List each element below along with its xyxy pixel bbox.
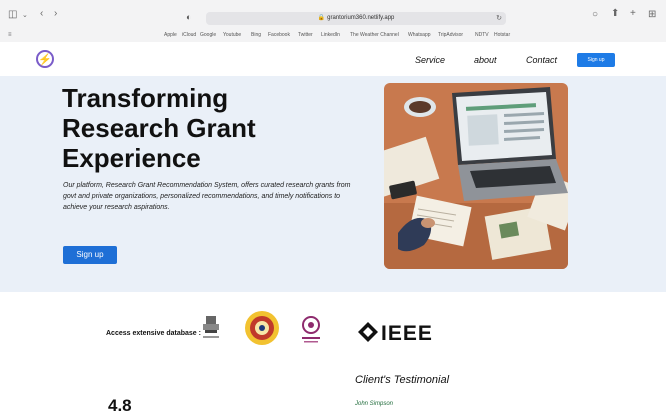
favorite-link[interactable]: Facebook bbox=[268, 32, 290, 38]
nav-link-contact[interactable]: Contact bbox=[526, 55, 557, 65]
nav-signup-button[interactable]: Sign up bbox=[577, 53, 615, 67]
favorites-bar: Apple iCloud Google Youtube Bing Faceboo… bbox=[0, 30, 666, 40]
forward-icon[interactable]: › bbox=[54, 9, 57, 19]
browser-toolbar: ◫ ⌄ ‹ › ≡ ◐ 🔒 grantorium360.netlify.app ↻… bbox=[0, 0, 666, 43]
national-emblem-logo bbox=[203, 316, 219, 338]
ieee-logo-text: IEEE bbox=[381, 322, 433, 343]
lock-icon: 🔒 bbox=[317, 15, 326, 21]
sidebar-toggle-icon[interactable]: ◫ bbox=[8, 10, 17, 20]
new-tab-icon[interactable]: + bbox=[630, 9, 636, 19]
testimonial-heading: Client's Testimonial bbox=[355, 374, 450, 386]
url-text: grantorium360.netlify.app bbox=[327, 15, 395, 21]
reload-icon[interactable]: ↻ bbox=[496, 12, 502, 25]
laptop-desk-illustration bbox=[384, 83, 568, 269]
back-icon[interactable]: ‹ bbox=[40, 9, 43, 19]
nav-link-about[interactable]: about bbox=[474, 55, 497, 65]
access-database-label: Access extensive database : bbox=[106, 330, 201, 337]
hero-section: Transforming Research Grant Experience O… bbox=[0, 76, 666, 292]
favorite-link[interactable]: Google bbox=[200, 32, 216, 38]
hero-title: Transforming Research Grant Experience bbox=[62, 83, 312, 173]
privacy-shield-icon[interactable]: ◐ bbox=[186, 12, 191, 22]
favorite-link[interactable]: LinkedIn bbox=[321, 32, 340, 38]
tab-overview-icon[interactable]: ⊞ bbox=[648, 10, 656, 20]
favorite-link[interactable]: Youtube bbox=[223, 32, 241, 38]
favorite-link[interactable]: TripAdvisor bbox=[438, 32, 463, 38]
testimonial-author: John Simpson bbox=[355, 401, 394, 407]
favorite-link[interactable]: The Weather Channel bbox=[350, 32, 399, 38]
university-seal-logo bbox=[245, 311, 279, 345]
favorite-link[interactable]: Apple bbox=[164, 32, 177, 38]
hero-signup-button[interactable]: Sign up bbox=[63, 246, 117, 264]
favorite-link[interactable]: Whatsapp bbox=[408, 32, 431, 38]
favorite-link[interactable]: Hotstar bbox=[494, 32, 510, 38]
favorite-link[interactable]: Twitter bbox=[298, 32, 313, 38]
hero-illustration bbox=[384, 83, 568, 269]
download-icon[interactable]: ○ bbox=[592, 10, 598, 20]
site-navbar: ⚡ Service about Contact Sign up bbox=[0, 42, 666, 76]
hero-title-line: Research Grant bbox=[62, 113, 256, 143]
institute-emblem-logo bbox=[302, 316, 320, 343]
hero-description: Our platform, Research Grant Recommendat… bbox=[63, 182, 351, 211]
ieee-logo: IEEE bbox=[358, 322, 438, 343]
favorite-link[interactable]: NDTV bbox=[475, 32, 489, 38]
address-bar[interactable]: 🔒 grantorium360.netlify.app ↻ bbox=[206, 12, 506, 25]
hero-title-line: Experience bbox=[62, 143, 201, 173]
hero-title-line: Transforming bbox=[62, 83, 229, 113]
nav-link-service[interactable]: Service bbox=[415, 55, 445, 65]
site-logo-icon[interactable]: ⚡ bbox=[36, 50, 54, 68]
rating-value: 4.8 bbox=[108, 396, 132, 415]
favorite-link[interactable]: iCloud bbox=[182, 32, 196, 38]
share-icon[interactable]: ⬆ bbox=[611, 9, 619, 19]
favorite-link[interactable]: Bing bbox=[251, 32, 261, 38]
chevron-down-icon[interactable]: ⌄ bbox=[22, 11, 28, 21]
